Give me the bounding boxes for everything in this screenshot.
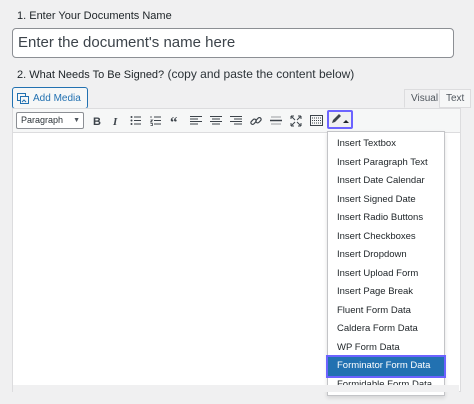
menu-item-insert-upload-form[interactable]: Insert Upload Form <box>328 265 444 284</box>
toolbar-toggle-icon[interactable] <box>308 112 324 129</box>
add-media-label: Add Media <box>33 92 81 104</box>
signature-fields-menu: Insert Textbox Insert Paragraph Text Ins… <box>326 131 446 396</box>
menu-item-insert-signed-date[interactable]: Insert Signed Date <box>328 191 444 210</box>
sign-content-label: 2. What Needs To Be Signed? (copy and pa… <box>17 67 354 81</box>
fullscreen-icon[interactable] <box>288 112 304 129</box>
format-select-value: Paragraph <box>21 115 64 125</box>
menu-item-wp-form-data[interactable]: WP Form Data <box>328 339 444 358</box>
format-select[interactable]: Paragraph ▼ <box>16 112 84 129</box>
document-name-input[interactable]: Enter the document's name here <box>12 28 454 58</box>
horizontal-line-button[interactable] <box>268 112 284 129</box>
menu-item-insert-date-calendar[interactable]: Insert Date Calendar <box>328 172 444 191</box>
signature-fields-button[interactable] <box>327 110 353 129</box>
link-icon[interactable] <box>248 112 264 129</box>
bold-button[interactable]: B <box>89 112 105 129</box>
document-name-label: 1. Enter Your Documents Name <box>17 10 172 22</box>
media-icon <box>17 92 29 104</box>
blockquote-button[interactable]: “ <box>168 112 184 129</box>
numbered-list-button[interactable] <box>148 112 164 129</box>
menu-item-fluent-form-data[interactable]: Fluent Form Data <box>328 302 444 321</box>
svg-text:“: “ <box>170 115 178 126</box>
menu-item-forminator-form-data[interactable]: Forminator Form Data <box>326 355 446 378</box>
editor-horizontal-scrollbar[interactable] <box>13 385 459 392</box>
svg-text:B: B <box>93 116 101 126</box>
menu-item-insert-checkboxes[interactable]: Insert Checkboxes <box>328 228 444 247</box>
menu-item-caldera-form-data[interactable]: Caldera Form Data <box>328 320 444 339</box>
sign-content-label-hint: (copy and paste the content below) <box>164 67 355 81</box>
pencil-icon <box>331 111 342 129</box>
sign-content-label-bold: 2. What Needs To Be Signed? <box>17 69 165 81</box>
align-center-button[interactable] <box>208 112 224 129</box>
tab-text[interactable]: Text <box>439 89 472 108</box>
menu-item-insert-textbox[interactable]: Insert Textbox <box>328 135 444 154</box>
add-media-button[interactable]: Add Media <box>12 87 88 109</box>
svg-text:I: I <box>112 116 118 126</box>
menu-item-insert-page-break[interactable]: Insert Page Break <box>328 283 444 302</box>
chevron-down-icon: ▼ <box>73 117 80 124</box>
caret-up-icon <box>343 111 349 129</box>
menu-item-insert-paragraph-text[interactable]: Insert Paragraph Text <box>328 154 444 173</box>
menu-item-insert-dropdown[interactable]: Insert Dropdown <box>328 246 444 265</box>
italic-button[interactable]: I <box>108 112 124 129</box>
document-name-placeholder: Enter the document's name here <box>18 34 236 51</box>
menu-item-insert-radio-buttons[interactable]: Insert Radio Buttons <box>328 209 444 228</box>
bullet-list-button[interactable] <box>128 112 144 129</box>
align-right-button[interactable] <box>228 112 244 129</box>
align-left-button[interactable] <box>188 112 204 129</box>
